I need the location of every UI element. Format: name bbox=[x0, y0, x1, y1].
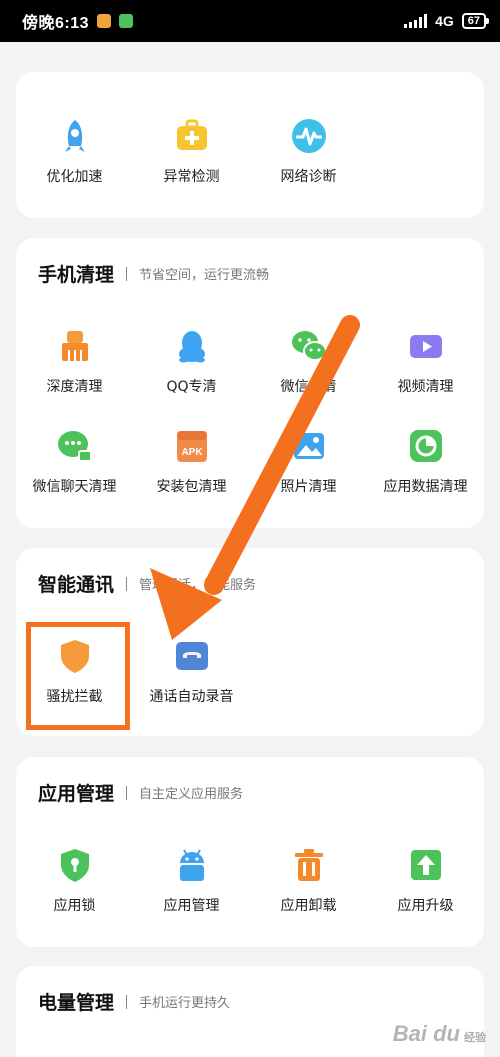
watermark: Bai du 经验 bbox=[393, 1021, 486, 1047]
watermark-sub: 经验 bbox=[464, 1032, 486, 1044]
annotation-arrow bbox=[150, 315, 360, 640]
watermark-brand: Bai du bbox=[392, 1021, 460, 1046]
